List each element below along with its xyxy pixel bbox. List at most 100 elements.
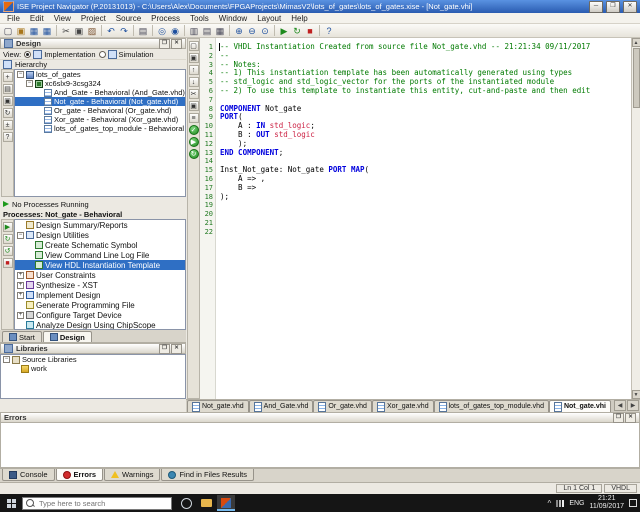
tree-item[interactable]: View Command Line Log File (15, 250, 185, 260)
view-option-implementation[interactable]: Implementation (24, 49, 96, 59)
tree-item[interactable]: + Configure Target Device (15, 310, 185, 320)
show-all-files-icon[interactable]: ▣ (2, 96, 13, 106)
tree-item[interactable]: − xc6slx9-3csg324 (15, 79, 185, 88)
minimize-button[interactable]: ─ (589, 0, 603, 13)
libraries-close-button[interactable]: ✕ (171, 343, 182, 354)
tree-item[interactable]: Xor_gate - Behavioral (Xor_gate.vhd) (15, 115, 185, 124)
check-syntax-icon[interactable]: ✓ (188, 125, 199, 135)
start-button[interactable] (0, 494, 22, 512)
run-process-icon[interactable]: ▶ (2, 222, 13, 232)
tray-expand-icon[interactable]: ^ (548, 499, 552, 508)
file-explorer-app-icon[interactable] (197, 495, 215, 511)
ise-app-icon[interactable] (217, 495, 235, 511)
tree-item[interactable]: work (1, 364, 185, 373)
paste-icon[interactable]: ▨ (86, 25, 98, 37)
zoom-full-icon[interactable]: ⊙ (259, 25, 271, 37)
new-source-icon[interactable]: + (2, 72, 13, 82)
expander-minus-icon[interactable]: − (26, 80, 33, 87)
file-tab[interactable]: Not_gate.vhd (187, 400, 249, 412)
libraries-float-button[interactable]: ❒ (159, 343, 170, 354)
tree-item[interactable]: Generate Programming File (15, 300, 185, 310)
design-close-button[interactable]: ✕ (171, 38, 182, 49)
run-check-icon[interactable]: ▶ (188, 137, 199, 147)
menu-help[interactable]: Help (286, 14, 312, 23)
save-icon[interactable]: ▦ (28, 25, 40, 37)
cascade-windows-icon[interactable]: ▤ (201, 25, 213, 37)
close-button[interactable]: ✕ (623, 0, 637, 13)
stop-icon[interactable]: ■ (304, 25, 316, 37)
tree-item[interactable]: − Source Libraries (1, 355, 185, 364)
copy-line-icon[interactable]: ▣ (188, 101, 199, 111)
tree-item[interactable]: + User Constraints (15, 270, 185, 280)
tree-item[interactable]: Design Summary/Reports (15, 220, 185, 230)
tree-item[interactable]: View HDL Instantiation Template (15, 260, 185, 270)
tab-scroll-right-icon[interactable]: ▶ (627, 400, 639, 411)
panel-tab-start[interactable]: Start (2, 331, 42, 342)
cortana-app-icon[interactable] (177, 495, 195, 511)
select-tool-icon[interactable]: ▢ (188, 41, 199, 51)
menu-source[interactable]: Source (111, 14, 146, 23)
stop-process-icon[interactable]: ■ (2, 258, 13, 268)
scrollbar-thumb[interactable] (632, 48, 640, 108)
code-line[interactable] (220, 219, 631, 228)
taskbar-search[interactable] (22, 496, 172, 510)
console-tab-console[interactable]: Console (2, 469, 55, 481)
cut-line-icon[interactable]: ✂ (188, 89, 199, 99)
scroll-up-arrow-icon[interactable]: ▲ (631, 38, 640, 47)
tile-windows-icon[interactable]: ▦ (214, 25, 226, 37)
tree-item[interactable]: Analyze Design Using ChipScope (15, 320, 185, 329)
copy-icon[interactable]: ▣ (73, 25, 85, 37)
network-icon[interactable] (556, 499, 565, 507)
expander-plus-icon[interactable]: + (17, 291, 24, 299)
code-line[interactable]: -- 2) To use this template to instantiat… (220, 86, 631, 96)
menu-file[interactable]: File (2, 14, 25, 23)
expander-minus-icon[interactable]: − (17, 231, 24, 239)
indent-icon[interactable]: ≡ (188, 113, 199, 123)
find-icon[interactable]: ◎ (156, 25, 168, 37)
help-icon[interactable]: ? (323, 25, 335, 37)
menu-project[interactable]: Project (76, 14, 111, 23)
redo-icon[interactable]: ↷ (118, 25, 130, 37)
save-all-icon[interactable]: ▦ (41, 25, 53, 37)
undo-icon[interactable]: ↶ (105, 25, 117, 37)
maximize-button[interactable]: ❒ (606, 0, 620, 13)
console-tab-find[interactable]: Find in Files Results (161, 469, 254, 481)
menu-view[interactable]: View (49, 14, 76, 23)
expand-all-icon[interactable]: ± (2, 120, 13, 130)
toggle-bookmark-icon[interactable]: ▣ (188, 53, 199, 63)
prev-bookmark-icon[interactable]: ↑ (188, 65, 199, 75)
zoom-in-icon[interactable]: ⊕ (233, 25, 245, 37)
code-line[interactable]: B : OUT std_logic (220, 130, 631, 140)
errors-float-button[interactable]: ❒ (613, 412, 624, 423)
tree-item[interactable]: Create Schematic Symbol (15, 240, 185, 250)
file-tab[interactable]: Or_gate.vhd (313, 400, 372, 412)
tree-item[interactable]: lots_of_gates_top_module - Behavioral (l… (15, 124, 185, 133)
panel-tab-design[interactable]: Design (42, 331, 92, 342)
code-line[interactable]: ); (220, 192, 631, 202)
code-line[interactable]: B => (220, 183, 631, 193)
code-line[interactable]: -- (220, 51, 631, 61)
code-line[interactable]: COMPONENT Not_gate (220, 104, 631, 114)
find-in-files-icon[interactable]: ◉ (169, 25, 181, 37)
menu-tools[interactable]: Tools (185, 14, 214, 23)
open-file-icon[interactable]: ▣ (15, 25, 27, 37)
tree-item[interactable]: − Design Utilities (15, 230, 185, 240)
file-tab[interactable]: lots_of_gates_top_module.vhd (433, 400, 549, 412)
tab-scroll-left-icon[interactable]: ◀ (614, 400, 626, 411)
tree-item[interactable]: + Synthesize - XST (15, 280, 185, 290)
code-line[interactable] (220, 201, 631, 210)
tree-item[interactable]: − lots_of_gates (15, 70, 185, 79)
expander-minus-icon[interactable]: − (3, 356, 10, 363)
console-tab-warning[interactable]: Warnings (104, 469, 161, 481)
tree-item[interactable]: + Implement Design (15, 290, 185, 300)
menu-edit[interactable]: Edit (25, 14, 49, 23)
zoom-out-icon[interactable]: ⊖ (246, 25, 258, 37)
code-line[interactable]: END COMPONENT; (220, 148, 631, 158)
taskbar-clock[interactable]: 21:21 11/09/2017 (589, 495, 624, 511)
code-line[interactable]: -- VHDL Instantiation Created from sourc… (220, 42, 631, 52)
tree-item[interactable]: Or_gate - Behavioral (Or_gate.vhd) (15, 106, 185, 115)
expander-plus-icon[interactable]: + (17, 281, 24, 289)
expander-minus-icon[interactable]: − (17, 71, 24, 78)
run-icon[interactable]: ▶ (278, 25, 290, 37)
tree-item[interactable]: Not_gate - Behavioral (Not_gate.vhd) (15, 97, 185, 106)
